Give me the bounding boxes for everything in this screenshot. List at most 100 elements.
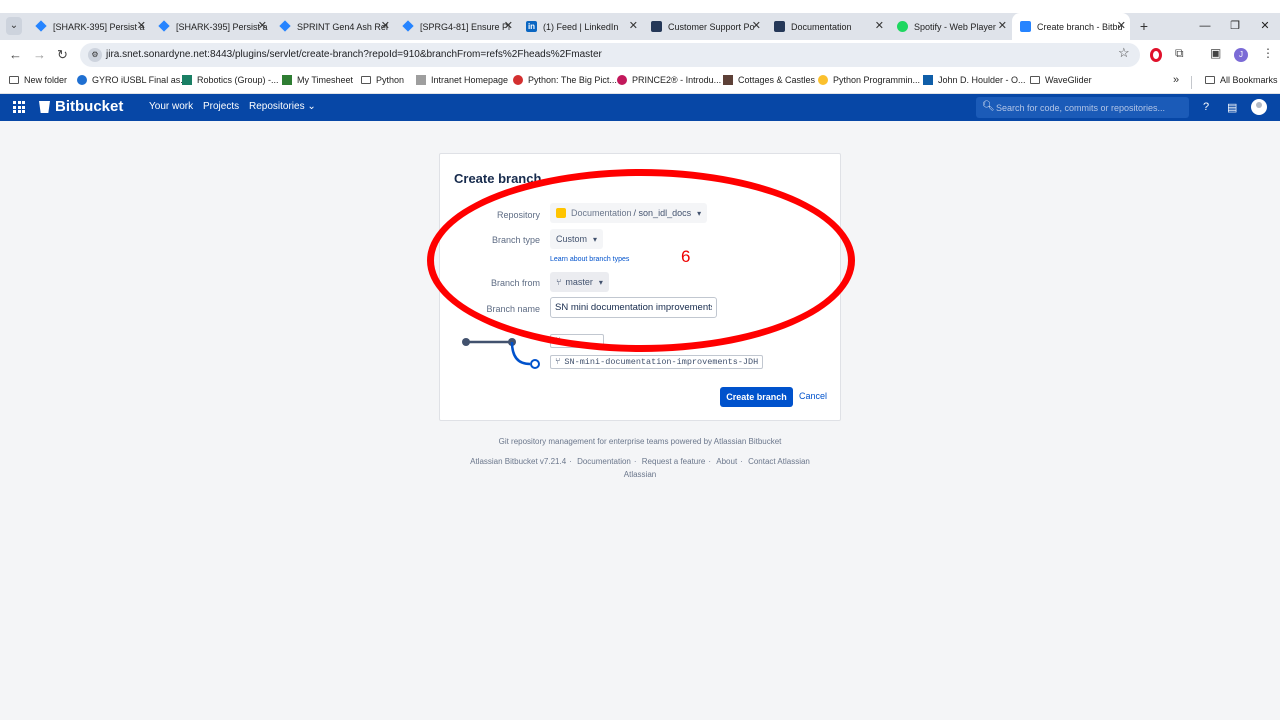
new-branch-preview-name: SN-mini-documentation-improvements-JDH: [564, 357, 759, 367]
tab-title: Spotify - Web Player: [914, 21, 996, 32]
nav-repositories[interactable]: Repositories ⌄: [249, 101, 316, 112]
site-info-icon[interactable]: ⚙: [88, 48, 102, 62]
browser-tab[interactable]: [SHARK-395] Persist a ✕: [28, 13, 150, 40]
bookmark-item[interactable]: WaveGlider: [1030, 75, 1092, 85]
page-title: Create branch: [454, 171, 542, 186]
nav-your-work[interactable]: Your work: [149, 101, 193, 112]
profile-avatar[interactable]: J: [1234, 48, 1248, 62]
bookmark-favicon: [416, 75, 426, 85]
bookmark-item[interactable]: New folder: [9, 75, 67, 85]
bookmark-star-icon[interactable]: ☆: [1118, 45, 1130, 61]
bookmark-item[interactable]: My Timesheet: [282, 75, 353, 85]
browser-tab[interactable]: Documentation ✕: [766, 13, 888, 40]
header-search[interactable]: 🔍︎: [976, 97, 1189, 118]
close-tab-icon[interactable]: ✕: [875, 19, 884, 32]
nav-projects[interactable]: Projects: [203, 101, 239, 112]
branch-type-select[interactable]: Custom ▾: [550, 229, 604, 249]
back-arrow-icon[interactable]: ←: [9, 47, 22, 62]
footer-link-about[interactable]: About: [716, 457, 737, 466]
footer-link-contact[interactable]: Contact Atlassian: [748, 457, 810, 466]
bitbucket-header: Bitbucket Your work Projects Repositorie…: [0, 94, 1280, 121]
url-text[interactable]: jira.snet.sonardyne.net:8443/plugins/ser…: [106, 49, 602, 60]
tab-title: SPRINT Gen4 Ash Rel: [297, 21, 388, 32]
bookmark-item[interactable]: Python: [361, 75, 404, 85]
browser-tab[interactable]: Spotify - Web Player ✕: [889, 13, 1011, 40]
extensions-icon[interactable]: ⧉: [1175, 46, 1184, 61]
browser-menu-icon[interactable]: ⋮: [1262, 46, 1274, 60]
minimize-icon[interactable]: —: [1190, 13, 1220, 40]
app-switcher-icon[interactable]: [13, 101, 25, 113]
source-branch-pill: ⑂: [550, 334, 604, 348]
bookmark-item[interactable]: John D. Houlder - O...: [923, 75, 1026, 85]
bitbucket-logo-icon[interactable]: [39, 101, 50, 113]
bookmark-item[interactable]: Python: The Big Pict...: [513, 75, 617, 85]
repository-project: Documentation: [571, 208, 632, 218]
footer-tagline: Git repository management for enterprise…: [498, 437, 782, 446]
jira-icon: [36, 21, 47, 32]
search-icon: 🔍︎: [982, 101, 995, 112]
branch-from-label: Branch from: [490, 278, 540, 288]
confluence-icon: [651, 21, 662, 32]
close-tab-icon[interactable]: ✕: [504, 19, 513, 32]
repository-name: / son_idl_docs: [633, 208, 692, 218]
annotation-number: 6: [681, 247, 691, 266]
bookmark-item[interactable]: Intranet Homepage: [416, 75, 508, 85]
bookmark-item[interactable]: Cottages & Castles: [723, 75, 815, 85]
close-window-icon[interactable]: ✕: [1250, 13, 1280, 40]
tab-search-menu[interactable]: ⌄: [6, 17, 22, 35]
user-avatar[interactable]: [1251, 99, 1267, 115]
restore-icon[interactable]: ❐: [1220, 13, 1250, 40]
address-bar[interactable]: ⚙ jira.snet.sonardyne.net:8443/plugins/s…: [80, 43, 1140, 67]
folder-icon: [1205, 76, 1215, 84]
forward-arrow-icon[interactable]: →: [33, 47, 46, 62]
close-tab-icon[interactable]: ✕: [137, 19, 146, 32]
bitbucket-icon: [1020, 21, 1031, 32]
help-icon[interactable]: ?: [1203, 101, 1209, 113]
bitbucket-logo[interactable]: Bitbucket: [55, 98, 123, 115]
tab-title: [SPRG4-81] Ensure Pl: [420, 21, 511, 32]
close-tab-icon[interactable]: ✕: [258, 19, 267, 32]
folder-icon: [9, 76, 19, 84]
bookmark-item[interactable]: Robotics (Group) -...: [182, 75, 279, 85]
browser-tab[interactable]: Customer Support Po ✕: [643, 13, 765, 40]
browser-tab[interactable]: [SHARK-395] Persist a ✕: [151, 13, 271, 40]
chevron-down-icon: ▾: [697, 208, 702, 218]
close-tab-icon[interactable]: ✕: [752, 19, 761, 32]
window-controls: — ❐ ✕: [1190, 13, 1280, 40]
search-input[interactable]: [996, 100, 1184, 115]
bookmark-favicon: [513, 75, 523, 85]
create-branch-button[interactable]: Create branch: [720, 387, 793, 407]
chevron-down-icon: ⌄: [307, 101, 316, 112]
repository-select[interactable]: Documentation / son_idl_docs ▾: [550, 203, 708, 223]
linkedin-icon: in: [526, 21, 537, 32]
tab-title: (1) Feed | LinkedIn: [543, 21, 619, 32]
close-tab-icon[interactable]: ✕: [381, 19, 390, 32]
bookmark-item[interactable]: GYRO iUSBL Final as...: [77, 75, 188, 85]
all-bookmarks[interactable]: All Bookmarks: [1205, 75, 1278, 85]
notifications-icon[interactable]: ▤: [1227, 101, 1237, 114]
learn-branch-types-link[interactable]: Learn about branch types: [550, 256, 629, 263]
opera-extension-icon[interactable]: [1150, 48, 1162, 62]
browser-tab[interactable]: [SPRG4-81] Ensure Pl ✕: [395, 13, 517, 40]
close-tab-icon[interactable]: ✕: [998, 19, 1007, 32]
close-tab-icon[interactable]: ✕: [1117, 19, 1126, 32]
browser-tab-active[interactable]: Create branch - Bitbu ✕: [1012, 13, 1130, 40]
side-panel-icon[interactable]: ▣: [1210, 46, 1221, 60]
bookmark-favicon: [282, 75, 292, 85]
branch-icon: ⑂: [555, 357, 561, 367]
browser-tab[interactable]: in (1) Feed | LinkedIn ✕: [518, 13, 642, 40]
more-bookmarks-icon[interactable]: »: [1173, 74, 1179, 86]
new-tab-icon[interactable]: +: [1137, 13, 1151, 40]
bookmark-item[interactable]: Python Programmin...: [818, 75, 920, 85]
footer-link-request-feature[interactable]: Request a feature: [642, 457, 706, 466]
bookmark-item[interactable]: PRINCE2® - Introdu...: [617, 75, 721, 85]
browser-tab[interactable]: SPRINT Gen4 Ash Rel ✕: [272, 13, 394, 40]
footer-links-tail: Atlassian: [623, 470, 657, 479]
branch-name-input[interactable]: [550, 297, 717, 318]
branch-from-select[interactable]: ⑂ master ▾: [550, 272, 609, 292]
close-tab-icon[interactable]: ✕: [629, 19, 638, 32]
footer-link-documentation[interactable]: Documentation: [577, 457, 631, 466]
spotify-icon: [897, 21, 908, 32]
reload-icon[interactable]: ↻: [57, 47, 68, 63]
cancel-button[interactable]: Cancel: [799, 391, 827, 401]
